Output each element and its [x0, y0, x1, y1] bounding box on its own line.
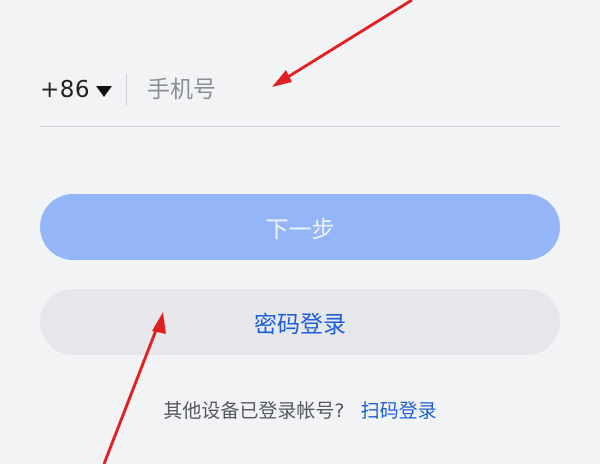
input-underline	[40, 126, 560, 127]
password-login-button[interactable]: 密码登录	[40, 289, 560, 355]
next-step-button[interactable]: 下一步	[40, 194, 560, 260]
phone-input-row: +86	[40, 62, 560, 118]
scan-login-link[interactable]: 扫码登录	[361, 400, 437, 422]
country-code-label: +86	[40, 77, 91, 103]
phone-number-input[interactable]	[147, 62, 560, 118]
alternate-login-line: 其他设备已登录帐号? 扫码登录	[0, 396, 600, 423]
caret-down-icon	[96, 85, 113, 97]
country-code-selector[interactable]: +86	[40, 62, 113, 118]
login-screen: +86 下一步 密码登录 其他设备已登录帐号? 扫码登录	[0, 0, 600, 464]
country-code-divider	[126, 74, 128, 106]
next-step-label: 下一步	[265, 217, 335, 243]
other-device-prompt: 其他设备已登录帐号?	[163, 400, 345, 422]
password-login-label: 密码登录	[254, 312, 346, 338]
